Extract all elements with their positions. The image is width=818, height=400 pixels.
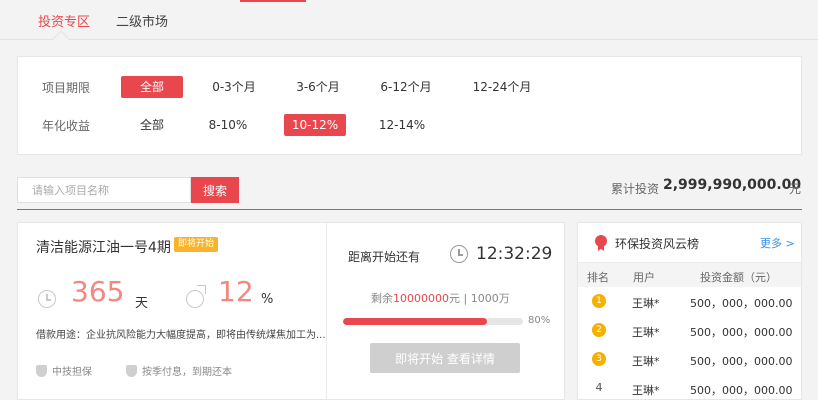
rank-user: 王琳* bbox=[632, 384, 660, 397]
rank-medal-badge: 1 bbox=[592, 294, 606, 308]
project-title[interactable]: 清洁能源江油一号4期 bbox=[36, 237, 171, 257]
status-badge: 即将开始 bbox=[174, 237, 219, 252]
rank-amount: 500，000，000.00 bbox=[690, 297, 793, 310]
countdown-time: 12:32:29 bbox=[476, 244, 553, 264]
yield-option-12-14[interactable]: 12-14% bbox=[378, 114, 426, 136]
view-details-button[interactable]: 即将开始 查看详情 bbox=[370, 343, 520, 373]
repayment-label: 按季付息，到期还本 bbox=[142, 367, 232, 378]
top-accent-line bbox=[240, 0, 306, 2]
term-option-0-3[interactable]: 0-3个月 bbox=[204, 76, 264, 98]
guarantee-label: 中技担保 bbox=[52, 367, 92, 378]
ranking-row: 1 王琳* 500，000，000.00 bbox=[578, 287, 801, 316]
total-invest-amount: 2,999,990,000.00 bbox=[663, 177, 802, 193]
total-invest-label: 累计投资 bbox=[611, 182, 660, 196]
term-days-value: 365 bbox=[71, 275, 125, 308]
clock-icon bbox=[38, 290, 56, 308]
term-days-unit: 天 bbox=[135, 296, 149, 311]
rank-number: 4 bbox=[595, 381, 603, 394]
header-rank: 排名 bbox=[587, 271, 609, 284]
progress-fill bbox=[343, 318, 487, 325]
ranking-row: 2 王琳* 500，000，000.00 bbox=[578, 316, 801, 345]
guarantee-feature: 中技担保 bbox=[36, 363, 92, 378]
timer-icon bbox=[450, 245, 468, 263]
term-option-all[interactable]: 全部 bbox=[121, 76, 183, 98]
term-option-6-12[interactable]: 6-12个月 bbox=[373, 76, 439, 98]
top-nav: 投资专区 二级市场 bbox=[0, 0, 818, 48]
yield-filter-label: 年化收益 bbox=[42, 119, 91, 133]
ranking-row: 4 王琳* 500，000，000.00 bbox=[578, 374, 801, 400]
ranking-header: 排名 用户 投资金额（元） bbox=[578, 262, 801, 287]
rank-user: 王琳* bbox=[632, 355, 660, 368]
header-amount: 投资金额（元） bbox=[700, 271, 777, 284]
rank-amount: 500，000，000.00 bbox=[690, 326, 793, 339]
progress-percent: 80% bbox=[528, 315, 551, 326]
term-option-3-6[interactable]: 3-6个月 bbox=[288, 76, 348, 98]
term-option-12-24[interactable]: 12-24个月 bbox=[466, 76, 538, 98]
yield-option-all[interactable]: 全部 bbox=[131, 114, 173, 136]
tab-secondary-market[interactable]: 二级市场 bbox=[116, 11, 168, 30]
remaining-amount: 剩余10000000元 | 1000万 bbox=[371, 290, 510, 306]
term-filter-label: 项目期限 bbox=[42, 81, 91, 95]
rank-medal-badge: 3 bbox=[592, 352, 606, 366]
active-tab-caret bbox=[52, 30, 70, 48]
filter-panel: 项目期限 全部 0-3个月 3-6个月 6-12个月 12-24个月 年化收益 … bbox=[17, 56, 802, 155]
remaining-prefix: 剩余 bbox=[371, 292, 393, 305]
ranking-title: 环保投资风云榜 bbox=[615, 237, 700, 251]
ranking-panel: 环保投资风云榜 更多 > 排名 用户 投资金额（元） 1 王琳* 500，000… bbox=[577, 222, 802, 400]
repayment-feature: 按季付息，到期还本 bbox=[126, 363, 232, 378]
yield-option-10-12[interactable]: 10-12% bbox=[284, 114, 346, 136]
money-bag-icon bbox=[126, 365, 137, 377]
project-card: 清洁能源江油一号4期 即将开始 365 天 12 % 借款用途：企业抗风险能力大… bbox=[17, 222, 565, 400]
rank-medal-badge: 2 bbox=[592, 323, 606, 337]
header-user: 用户 bbox=[633, 271, 655, 284]
rank-user: 王琳* bbox=[632, 297, 660, 310]
loan-purpose-text: 借款用途：企业抗风险能力大幅度提高，即将由传统煤焦加工为... bbox=[36, 330, 326, 341]
yield-option-8-10[interactable]: 8-10% bbox=[204, 114, 252, 136]
shield-icon bbox=[36, 365, 47, 377]
countdown-label: 距离开始还有 bbox=[348, 250, 421, 264]
annual-rate-unit: % bbox=[261, 292, 274, 307]
rank-amount: 500，000，000.00 bbox=[690, 384, 793, 397]
annual-rate-value: 12 bbox=[218, 275, 254, 308]
ranking-more-link[interactable]: 更多 > bbox=[760, 235, 795, 251]
total-invest-unit: 元 bbox=[789, 182, 802, 196]
rank-amount: 500，000，000.00 bbox=[690, 355, 793, 368]
rank-user: 王琳* bbox=[632, 326, 660, 339]
remaining-suffix: 元 | 1000万 bbox=[449, 292, 510, 305]
progress-bar bbox=[343, 318, 523, 325]
section-divider bbox=[17, 209, 802, 210]
medal-icon bbox=[595, 235, 607, 251]
project-search-input[interactable] bbox=[17, 177, 191, 203]
remaining-value: 10000000 bbox=[393, 292, 449, 305]
growth-icon bbox=[186, 285, 206, 308]
ranking-row: 3 王琳* 500，000，000.00 bbox=[578, 345, 801, 374]
tab-invest-zone[interactable]: 投资专区 bbox=[38, 11, 90, 30]
card-divider bbox=[326, 223, 327, 400]
search-button[interactable]: 搜索 bbox=[191, 177, 239, 203]
